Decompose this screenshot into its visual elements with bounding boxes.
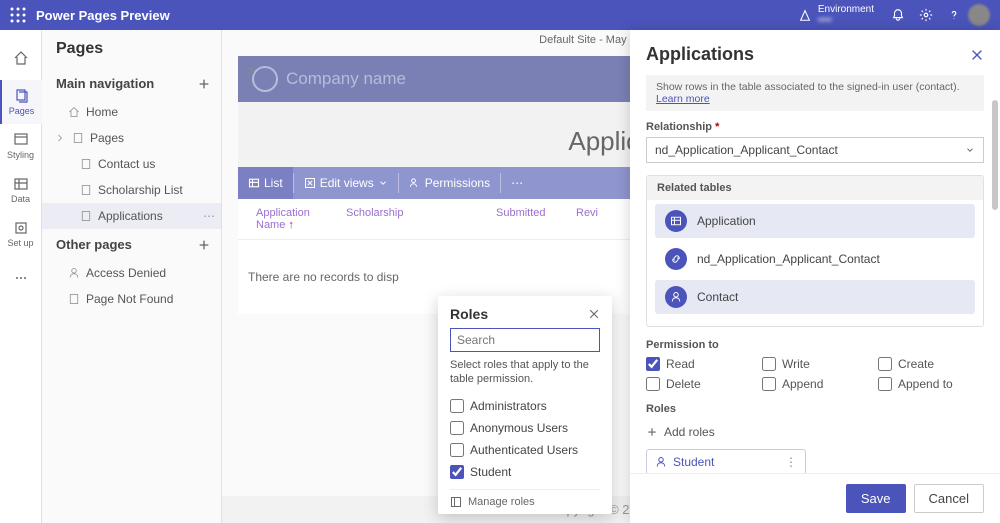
cancel-button[interactable]: Cancel bbox=[914, 484, 984, 513]
add-roles-button[interactable]: Add roles bbox=[646, 421, 984, 443]
tree-applications[interactable]: Applications⋯ bbox=[42, 203, 221, 229]
sort-asc-icon[interactable]: ↑ bbox=[288, 219, 294, 231]
flyout-close-icon[interactable] bbox=[970, 48, 984, 62]
permission-to-label: Permission to bbox=[646, 339, 984, 351]
relationship-label: Relationship bbox=[646, 121, 715, 133]
tb-list-button[interactable]: List bbox=[238, 167, 293, 199]
plus-icon bbox=[646, 426, 658, 438]
contact-icon bbox=[665, 286, 687, 308]
env-value: •••• bbox=[818, 15, 874, 26]
rail-more[interactable] bbox=[0, 256, 42, 300]
tree-home[interactable]: Home bbox=[42, 99, 221, 125]
add-other-page-icon[interactable] bbox=[197, 238, 211, 252]
chevron-right-icon bbox=[54, 132, 66, 144]
link-icon bbox=[665, 248, 687, 270]
permission-grid: Read Write Create Delete Append Append t… bbox=[646, 357, 984, 391]
relationship-select[interactable]: nd_Application_Applicant_Contact bbox=[646, 137, 984, 163]
app-launcher-icon[interactable] bbox=[10, 7, 26, 23]
tb-permissions-button[interactable]: Permissions bbox=[399, 167, 500, 199]
tree-not-found[interactable]: Page Not Found bbox=[42, 286, 221, 312]
rail-styling[interactable]: Styling bbox=[0, 124, 42, 168]
tree-access-denied[interactable]: Access Denied bbox=[42, 260, 221, 286]
pages-sidepanel: Pages Main navigation Home Pages Contact… bbox=[42, 30, 222, 523]
tree-scholarship[interactable]: Scholarship List bbox=[42, 177, 221, 203]
perm-write[interactable]: Write bbox=[762, 357, 868, 371]
environment-picker[interactable]: Environment •••• bbox=[798, 4, 874, 26]
tree-contact[interactable]: Contact us bbox=[42, 151, 221, 177]
chevron-down-icon bbox=[965, 145, 975, 155]
roles-section-label: Roles bbox=[646, 403, 984, 415]
related-tables-box: Related tables Application nd_Applicatio… bbox=[646, 175, 984, 327]
tree-pages[interactable]: Pages bbox=[42, 125, 221, 151]
col-app-name[interactable]: Application Name bbox=[256, 207, 310, 231]
col-reviewer[interactable]: Revi bbox=[576, 207, 598, 219]
applications-flyout: Applications Show rows in the table asso… bbox=[630, 30, 1000, 523]
role-auth[interactable]: Authenticated Users bbox=[450, 439, 600, 461]
user-avatar[interactable] bbox=[968, 4, 990, 26]
table-icon bbox=[665, 210, 687, 232]
rail-data[interactable]: Data bbox=[0, 168, 42, 212]
roles-popup: Roles Select roles that apply to the tab… bbox=[438, 296, 612, 514]
role-chip-student[interactable]: Student ⋮ bbox=[646, 449, 806, 473]
role-student[interactable]: Student bbox=[450, 461, 600, 483]
rail-setup[interactable]: Set up bbox=[0, 212, 42, 256]
tb-edit-views-button[interactable]: Edit views bbox=[294, 167, 398, 199]
related-contact[interactable]: Contact bbox=[655, 280, 975, 314]
roles-popup-title: Roles bbox=[450, 306, 488, 322]
sidepanel-title: Pages bbox=[56, 40, 103, 58]
flyout-title: Applications bbox=[646, 44, 754, 65]
expand-arrow-icon[interactable] bbox=[242, 66, 256, 80]
top-bar: Power Pages Preview Environment •••• bbox=[0, 0, 1000, 30]
tb-more-button[interactable]: ⋯ bbox=[501, 167, 533, 199]
manage-roles-link[interactable]: Manage roles bbox=[450, 489, 600, 508]
app-title: Power Pages Preview bbox=[36, 8, 170, 23]
col-submitted[interactable]: Submitted bbox=[496, 207, 546, 219]
scrollbar[interactable] bbox=[992, 100, 998, 210]
help-icon[interactable] bbox=[940, 1, 968, 29]
tree-item-more-icon[interactable]: ⋯ bbox=[203, 209, 215, 223]
perm-append[interactable]: Append bbox=[762, 377, 868, 391]
environment-icon bbox=[798, 8, 812, 22]
learn-more-link[interactable]: Learn more bbox=[656, 93, 710, 105]
settings-icon[interactable] bbox=[912, 1, 940, 29]
role-admins[interactable]: Administrators bbox=[450, 395, 600, 417]
info-strip: Show rows in the table associated to the… bbox=[646, 75, 984, 111]
chevron-down-icon bbox=[378, 178, 388, 188]
add-page-icon[interactable] bbox=[197, 77, 211, 91]
related-header: Related tables bbox=[647, 176, 983, 200]
person-icon bbox=[655, 456, 667, 468]
close-icon[interactable] bbox=[588, 308, 600, 320]
perm-create[interactable]: Create bbox=[878, 357, 984, 371]
group-main-nav: Main navigation bbox=[56, 76, 154, 91]
roles-search-input[interactable] bbox=[450, 328, 600, 352]
notifications-icon[interactable] bbox=[884, 1, 912, 29]
rail-pages[interactable]: Pages bbox=[0, 80, 42, 124]
rail-home[interactable] bbox=[0, 36, 42, 80]
role-chip-more-icon[interactable]: ⋮ bbox=[785, 455, 797, 469]
perm-read[interactable]: Read bbox=[646, 357, 752, 371]
perm-delete[interactable]: Delete bbox=[646, 377, 752, 391]
related-application[interactable]: Application bbox=[655, 204, 975, 238]
roles-hint: Select roles that apply to the table per… bbox=[450, 358, 600, 387]
group-other: Other pages bbox=[56, 237, 132, 252]
related-link[interactable]: nd_Application_Applicant_Contact bbox=[655, 242, 975, 276]
company-name: Company name bbox=[286, 69, 406, 89]
env-label: Environment bbox=[818, 4, 874, 15]
col-scholarship[interactable]: Scholarship bbox=[346, 207, 403, 219]
role-anon[interactable]: Anonymous Users bbox=[450, 417, 600, 439]
left-rail: Pages Styling Data Set up bbox=[0, 30, 42, 523]
save-button[interactable]: Save bbox=[846, 484, 906, 513]
perm-append-to[interactable]: Append to bbox=[878, 377, 984, 391]
